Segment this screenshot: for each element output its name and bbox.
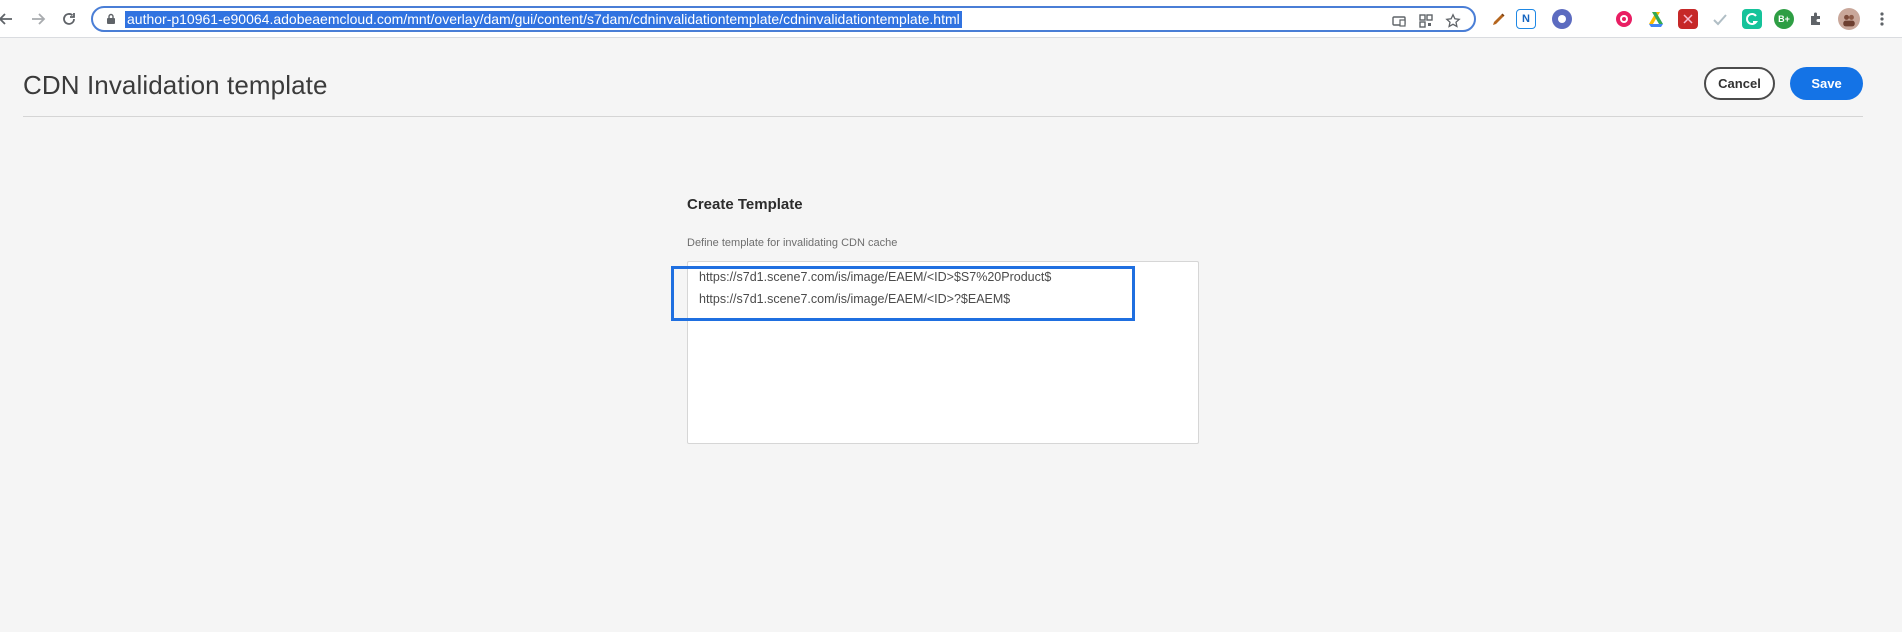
header-divider (23, 116, 1863, 117)
n-extension-icon[interactable]: N (1516, 9, 1536, 29)
cast-icon[interactable] (1390, 12, 1408, 30)
form-heading: Create Template (687, 196, 803, 213)
circle-extension-icon[interactable] (1552, 9, 1572, 29)
template-line[interactable]: https://s7d1.scene7.com/is/image/EAEM/<I… (699, 270, 1051, 284)
url-text[interactable]: author-p10961-e90064.adobeaemcloud.com/m… (125, 11, 962, 28)
back-arrow-icon[interactable] (0, 7, 18, 31)
check-extension-icon[interactable] (1710, 9, 1730, 29)
browser-toolbar: author-p10961-e90064.adobeaemcloud.com/m… (0, 0, 1902, 38)
b-plus-extension-icon[interactable]: B+ (1774, 9, 1794, 29)
puzzle-icon[interactable] (1806, 9, 1826, 29)
pen-extension-icon[interactable] (1489, 9, 1509, 29)
b-plus-label: B+ (1778, 14, 1790, 24)
save-button[interactable]: Save (1790, 67, 1863, 100)
n-extension-label: N (1522, 13, 1530, 25)
drive-extension-icon[interactable] (1646, 9, 1666, 29)
address-bar[interactable]: author-p10961-e90064.adobeaemcloud.com/m… (91, 6, 1476, 32)
page-title: CDN Invalidation template (23, 70, 328, 100)
eye-extension-icon[interactable] (1614, 9, 1634, 29)
lock-icon[interactable] (105, 13, 117, 25)
template-field-label: Define template for invalidating CDN cac… (687, 237, 898, 249)
red-extension-icon[interactable] (1678, 9, 1698, 29)
qr-code-icon[interactable] (1417, 12, 1435, 30)
grammarly-icon[interactable] (1742, 9, 1762, 29)
reload-icon[interactable] (57, 7, 81, 31)
star-icon[interactable] (1444, 12, 1462, 30)
avatar[interactable] (1838, 8, 1860, 30)
template-textarea[interactable]: https://s7d1.scene7.com/is/image/EAEM/<I… (687, 261, 1199, 444)
template-line[interactable]: https://s7d1.scene7.com/is/image/EAEM/<I… (699, 292, 1010, 306)
kebab-menu-icon[interactable] (1872, 9, 1892, 29)
cancel-button[interactable]: Cancel (1704, 67, 1775, 100)
forward-arrow-icon[interactable] (26, 7, 50, 31)
